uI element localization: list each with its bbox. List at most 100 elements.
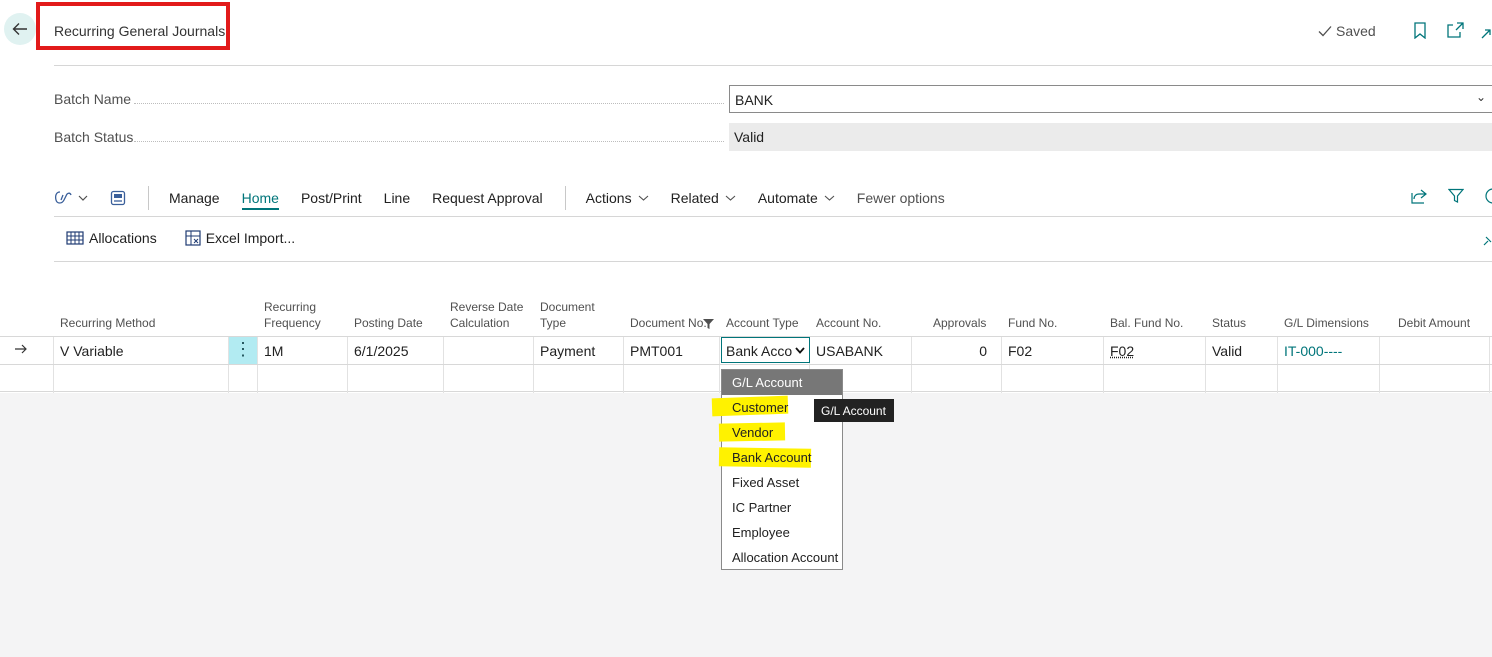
option-label: Allocation Account bbox=[732, 550, 838, 565]
col-gl-dimensions[interactable]: G/L Dimensions bbox=[1278, 283, 1378, 337]
col-debit-amount-label: Debit Amount bbox=[1398, 315, 1470, 331]
col-gl-dimensions-label: G/L Dimensions bbox=[1284, 315, 1369, 331]
empty-cell[interactable] bbox=[1278, 365, 1380, 393]
empty-cell[interactable] bbox=[54, 365, 229, 393]
cell-gl-dimensions-link[interactable]: IT-000---- bbox=[1278, 337, 1380, 365]
cell-fund-no[interactable]: F02 bbox=[1002, 337, 1104, 365]
toolbar-separator bbox=[148, 186, 149, 210]
col-status[interactable]: Status bbox=[1206, 283, 1278, 337]
option-ic-partner[interactable]: IC Partner bbox=[722, 495, 842, 520]
empty-cell[interactable] bbox=[1380, 365, 1490, 393]
toolbar-right-icons bbox=[1410, 188, 1492, 204]
empty-cell[interactable] bbox=[534, 365, 624, 393]
cell-approvals[interactable]: 0 bbox=[912, 337, 1002, 365]
check-icon bbox=[1318, 25, 1332, 37]
bookmark-icon[interactable] bbox=[1413, 22, 1427, 39]
col-document-type[interactable]: Document Type bbox=[534, 283, 624, 337]
menu-automate[interactable]: Automate bbox=[758, 190, 835, 206]
option-employee[interactable]: Employee bbox=[722, 520, 842, 545]
col-recurring-method[interactable]: Recurring Method bbox=[54, 283, 234, 337]
row-menu-kebab-icon[interactable]: ⋮ bbox=[229, 337, 258, 365]
copilot-menu-button[interactable] bbox=[54, 190, 88, 206]
menu-actions-label: Actions bbox=[586, 190, 632, 206]
cell-debit-amount[interactable] bbox=[1380, 337, 1490, 365]
expand-icon[interactable] bbox=[1480, 28, 1492, 40]
allocations-button[interactable]: Allocations bbox=[66, 230, 157, 246]
tab-request-approval[interactable]: Request Approval bbox=[432, 190, 543, 206]
option-vendor[interactable]: Vendor bbox=[722, 420, 842, 445]
excel-import-button[interactable]: Excel Import... bbox=[185, 230, 295, 246]
back-button[interactable] bbox=[4, 13, 36, 45]
toolbar-separator bbox=[565, 186, 566, 210]
option-fixed-asset[interactable]: Fixed Asset bbox=[722, 470, 842, 495]
batch-status-value: Valid bbox=[734, 129, 764, 145]
col-posting-date[interactable]: Posting Date bbox=[348, 283, 444, 337]
col-document-no-label: Document No. bbox=[630, 315, 707, 331]
cell-document-type[interactable]: Payment bbox=[534, 337, 624, 365]
batch-name-field[interactable]: BANK ⌄ bbox=[729, 85, 1492, 113]
empty-cell[interactable] bbox=[1206, 365, 1278, 393]
saved-status: Saved bbox=[1318, 23, 1376, 39]
col-fund-no-label: Fund No. bbox=[1008, 315, 1057, 331]
empty-cell[interactable] bbox=[348, 365, 444, 393]
col-account-type[interactable]: Account Type bbox=[720, 283, 810, 337]
chevron-down-icon bbox=[795, 347, 805, 354]
empty-cell[interactable] bbox=[258, 365, 348, 393]
cell-posting-date[interactable]: 6/1/2025 bbox=[348, 337, 444, 365]
option-gl-account[interactable]: G/L Account bbox=[722, 370, 842, 395]
page-title: Recurring General Journals bbox=[54, 23, 225, 39]
leader-dots bbox=[134, 141, 724, 142]
col-recurring-frequency[interactable]: Recurring Frequency bbox=[258, 283, 348, 337]
copilot-icon bbox=[54, 190, 72, 206]
show-details-button[interactable] bbox=[110, 190, 126, 206]
tab-line[interactable]: Line bbox=[384, 190, 410, 206]
cell-bal-fund-no[interactable]: F02 bbox=[1104, 337, 1206, 365]
col-reverse-date-calc[interactable]: Reverse Date Calculation bbox=[444, 283, 534, 337]
menu-related[interactable]: Related bbox=[671, 190, 736, 206]
col-document-no[interactable]: Document No. bbox=[624, 283, 720, 337]
tab-home[interactable]: Home bbox=[242, 190, 279, 210]
tab-post-print[interactable]: Post/Print bbox=[301, 190, 362, 206]
excel-import-icon bbox=[185, 230, 201, 246]
pin-icon[interactable] bbox=[1483, 234, 1492, 246]
col-bal-fund-no[interactable]: Bal. Fund No. bbox=[1104, 283, 1204, 337]
saved-label: Saved bbox=[1336, 23, 1376, 39]
cell-document-no[interactable]: PMT001 bbox=[624, 337, 720, 365]
col-recurring-frequency-label: Recurring Frequency bbox=[264, 299, 342, 331]
fewer-options-button[interactable]: Fewer options bbox=[857, 190, 945, 206]
cell-recurring-frequency[interactable]: 1M bbox=[258, 337, 348, 365]
filter-icon bbox=[703, 319, 714, 329]
actions-row: Allocations Excel Import... bbox=[66, 230, 295, 246]
col-debit-amount[interactable]: Debit Amount bbox=[1392, 283, 1492, 337]
empty-cell[interactable] bbox=[912, 365, 1002, 393]
filter-icon[interactable] bbox=[1448, 188, 1464, 204]
chevron-down-icon bbox=[824, 195, 835, 201]
leader-dots bbox=[134, 103, 724, 104]
header-divider bbox=[54, 65, 1492, 66]
arrow-left-icon bbox=[11, 20, 29, 38]
cell-status: Valid bbox=[1206, 337, 1278, 365]
menu-actions[interactable]: Actions bbox=[586, 190, 649, 206]
cell-account-no[interactable]: USABANK bbox=[810, 337, 912, 365]
empty-cell[interactable] bbox=[624, 365, 720, 393]
option-label: Vendor bbox=[732, 425, 773, 440]
info-icon[interactable] bbox=[1484, 188, 1492, 204]
share-icon[interactable] bbox=[1410, 188, 1428, 204]
option-bank-account[interactable]: Bank Account bbox=[722, 445, 842, 470]
option-allocation-account[interactable]: Allocation Account bbox=[722, 545, 842, 570]
account-type-select[interactable]: Bank Acco bbox=[721, 337, 810, 363]
col-approvals[interactable]: Approvals bbox=[927, 283, 1007, 337]
open-new-window-icon[interactable] bbox=[1447, 22, 1464, 38]
menu-automate-label: Automate bbox=[758, 190, 818, 206]
col-reverse-date-calc-label: Reverse Date Calculation bbox=[450, 299, 528, 331]
empty-cell[interactable] bbox=[1104, 365, 1206, 393]
col-account-no[interactable]: Account No. bbox=[810, 283, 910, 337]
cell-reverse-date-calc[interactable] bbox=[444, 337, 534, 365]
col-bal-fund-no-label: Bal. Fund No. bbox=[1110, 315, 1183, 331]
col-fund-no[interactable]: Fund No. bbox=[1002, 283, 1102, 337]
empty-cell[interactable] bbox=[1002, 365, 1104, 393]
tab-manage[interactable]: Manage bbox=[169, 190, 220, 206]
toolbar-divider bbox=[54, 216, 1492, 217]
empty-cell[interactable] bbox=[444, 365, 534, 393]
cell-recurring-method[interactable]: V Variable bbox=[54, 337, 229, 365]
